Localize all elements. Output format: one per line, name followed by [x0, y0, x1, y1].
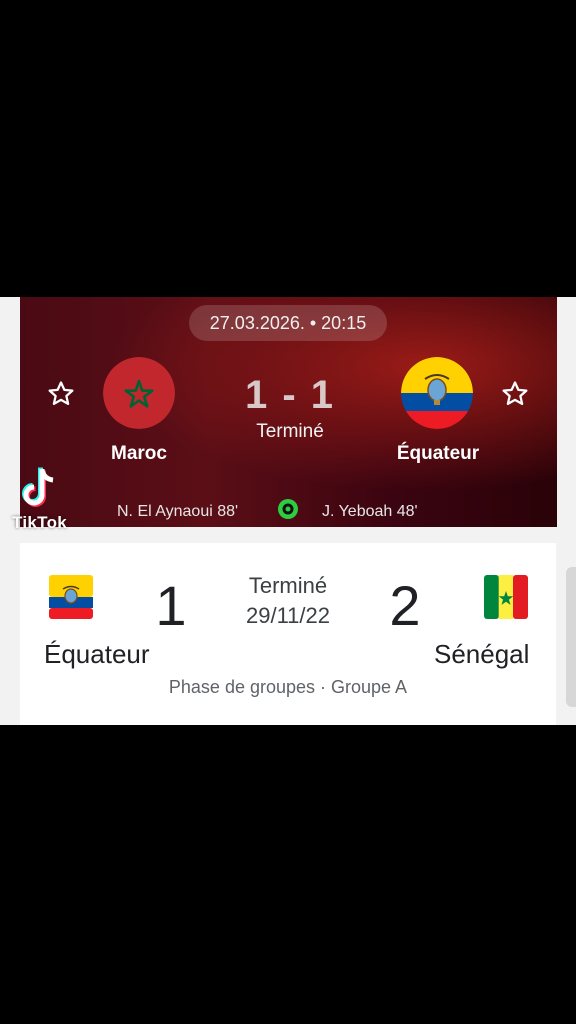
away-score: 2: [389, 574, 421, 637]
match-phase: Phase de groupes · Groupe A: [168, 677, 408, 697]
favorite-star-icon-away[interactable]: [498, 377, 532, 411]
match-status-date: Terminé 29/11/22: [210, 571, 366, 631]
match-score: 1 - 1: [244, 373, 336, 417]
away-scorer: J. Yeboah 48': [322, 503, 418, 520]
senegal-flag-icon: [484, 575, 528, 619]
edge-shadow: [566, 567, 576, 707]
home-team-name: Maroc: [111, 443, 167, 464]
tiktok-watermark: TikTok: [12, 513, 68, 532]
home-scorer: N. El Aynaoui 88': [117, 503, 239, 520]
morocco-flag-icon[interactable]: [103, 357, 175, 429]
ecuador-flag-icon: [49, 575, 93, 619]
match-status: Terminé: [256, 421, 324, 442]
screenshot-frame: 27.03.2026. • 20:15 Maroc 1 - 1 Terminé: [0, 297, 576, 725]
favorite-star-icon-home[interactable]: [44, 377, 78, 411]
away-team-name: Équateur: [396, 443, 480, 464]
goal-ball-icon: [277, 498, 299, 520]
away-team-name: Sénégal: [434, 639, 530, 669]
home-team-name: Équateur: [44, 639, 150, 669]
match-datetime: 27.03.2026. • 20:15: [189, 305, 387, 341]
ecuador-flag-icon[interactable]: [401, 357, 473, 429]
match-card-live[interactable]: 27.03.2026. • 20:15 Maroc 1 - 1 Terminé: [20, 297, 557, 527]
match-date: 29/11/22: [245, 603, 330, 628]
match-card-result[interactable]: 1 Équateur Terminé 29/11/22 2 Sénégal Ph…: [20, 543, 556, 725]
home-score: 1: [155, 574, 187, 637]
match-status: Terminé: [248, 573, 328, 598]
